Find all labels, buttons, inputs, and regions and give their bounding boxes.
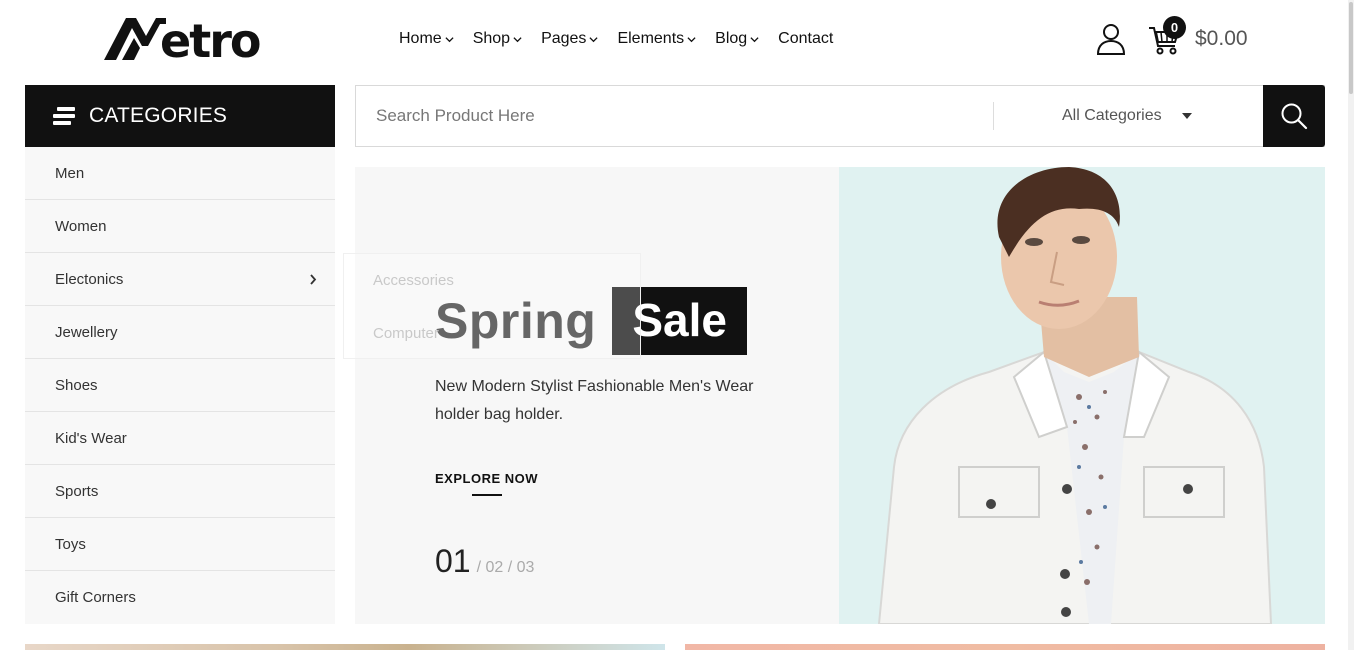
category-item-sports[interactable]: Sports	[25, 465, 335, 518]
category-label: Jewellery	[55, 323, 118, 341]
nav-blog[interactable]: Blog	[715, 30, 759, 48]
category-label: Women	[55, 217, 107, 235]
explore-now-link[interactable]: EXPLORE NOW	[435, 471, 538, 486]
nav-pages-label: Pages	[541, 30, 587, 47]
chevron-down-icon	[750, 36, 759, 42]
nav-shop[interactable]: Shop	[473, 30, 522, 48]
promo-banner-right[interactable]	[685, 644, 1325, 650]
chevron-down-icon	[513, 36, 522, 42]
categories-header[interactable]: CATEGORIES	[25, 85, 335, 147]
main-nav: Home Shop Pages Elements Blog Contact	[399, 30, 833, 48]
category-label: Toys	[55, 535, 86, 553]
caret-down-icon	[1181, 113, 1192, 119]
chevron-right-icon	[310, 274, 317, 285]
category-item-shoes[interactable]: Shoes	[25, 359, 335, 412]
chevron-down-icon	[687, 36, 696, 42]
cart-total[interactable]: $0.00	[1195, 27, 1248, 51]
search-icon	[1281, 103, 1308, 130]
category-label: Men	[55, 164, 85, 182]
nav-contact-label: Contact	[778, 30, 834, 47]
hero-model-image	[877, 167, 1273, 624]
category-label: Electonics	[55, 270, 124, 288]
slider-pager: 01 / 02 / 03	[435, 543, 534, 580]
submenu-item-accessories[interactable]: Accessories	[344, 254, 640, 307]
category-label: Kid's Wear	[55, 429, 127, 447]
page-scrollbar-thumb[interactable]	[1349, 2, 1353, 94]
chevron-down-icon	[445, 36, 454, 42]
menu-icon	[53, 107, 75, 125]
categories-title: CATEGORIES	[89, 104, 228, 127]
logo[interactable]: etro	[104, 12, 261, 68]
nav-shop-label: Shop	[472, 30, 511, 47]
categories-list: Men Women Electonics Jewellery Shoes Kid…	[25, 147, 335, 624]
user-icon[interactable]	[1096, 23, 1126, 55]
category-item-toys[interactable]: Toys	[25, 518, 335, 571]
nav-elements[interactable]: Elements	[617, 30, 696, 48]
category-label: Sports	[55, 482, 99, 500]
promo-banner-left[interactable]	[25, 644, 665, 650]
category-item-kids-wear[interactable]: Kid's Wear	[25, 412, 335, 465]
category-item-gift-corners[interactable]: Gift Corners	[25, 571, 335, 624]
nav-contact[interactable]: Contact	[778, 30, 833, 48]
pager-rest[interactable]: / 02 / 03	[477, 559, 535, 577]
nav-home-label: Home	[399, 30, 442, 47]
cart-count-badge: 0	[1163, 16, 1186, 39]
submenu-item-computer[interactable]: Computer	[344, 307, 640, 360]
category-item-jewellery[interactable]: Jewellery	[25, 306, 335, 359]
search-input[interactable]	[376, 86, 976, 146]
category-item-men[interactable]: Men	[25, 147, 335, 200]
search-divider	[993, 102, 994, 130]
category-item-electonics[interactable]: Electonics	[25, 253, 335, 306]
electonics-submenu: Accessories Computer	[343, 253, 641, 359]
nav-home[interactable]: Home	[399, 30, 454, 48]
pager-current[interactable]: 01	[435, 543, 471, 580]
hero-slider: Spring Sale New Modern Stylist Fashionab…	[355, 167, 1325, 624]
nav-blog-label: Blog	[715, 30, 748, 47]
hero-description: New Modern Stylist Fashionable Men's Wea…	[435, 378, 754, 423]
category-select-value: All Categories	[1062, 107, 1162, 124]
nav-elements-label: Elements	[617, 30, 685, 47]
chevron-down-icon	[589, 36, 599, 42]
nav-pages[interactable]: Pages	[541, 30, 599, 48]
logo-text: etro	[160, 14, 261, 68]
search-button[interactable]	[1263, 85, 1325, 147]
category-select[interactable]: All Categories	[1062, 86, 1192, 146]
category-item-women[interactable]: Women	[25, 200, 335, 253]
page-scrollbar[interactable]	[1348, 0, 1354, 650]
category-label: Gift Corners	[55, 589, 136, 606]
category-label: Shoes	[55, 376, 98, 394]
search-bar: All Categories	[355, 85, 1325, 147]
explore-underline	[472, 494, 502, 496]
logo-m-icon	[104, 18, 166, 60]
hero-image-panel	[839, 167, 1325, 624]
